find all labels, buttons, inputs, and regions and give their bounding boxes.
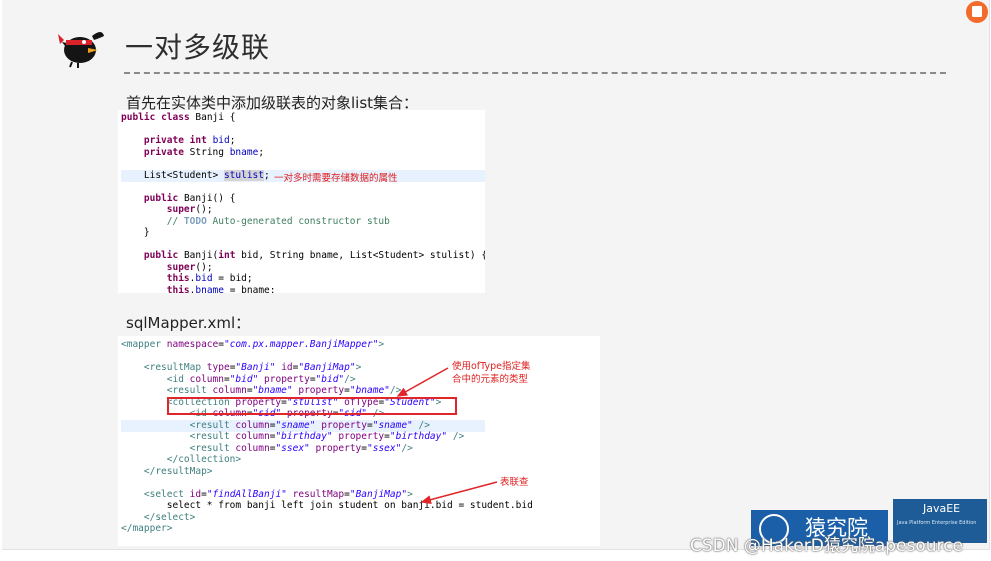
code-line: <result column="ssex" property="ssex"/>	[121, 442, 413, 454]
code-line: this.bname = bname;	[166, 284, 276, 294]
code-line: public Banji() {	[143, 192, 236, 204]
annotation-join: 表联查	[500, 477, 529, 488]
code-line: <result column="birthday" property="birt…	[121, 431, 465, 442]
code-line: </resultMap>	[121, 465, 213, 477]
code-line: <id column="bid" property="bid"/>	[121, 373, 356, 385]
page-title: 一对多级联	[125, 31, 271, 64]
code-line: <resultMap type="Banji" id="BanjiMap">	[121, 362, 362, 373]
java-code-block: public class Banji { private int bid; pr…	[118, 110, 485, 293]
javaee-subtitle: Java Platform Enterprise Edition	[897, 520, 977, 526]
annotation-stulist: 一对多时需要存储数据的属性	[274, 173, 398, 184]
code-line: // TODO Auto-generated constructor stub	[121, 215, 390, 227]
code-line: public Banji(int bid, String bname, List…	[143, 250, 485, 261]
code-line: <select id="findAllBanji" resultMap="Ban…	[121, 488, 413, 500]
code-line: </collection>	[121, 454, 242, 465]
javaee-title: JavaEE	[923, 502, 961, 515]
collection-highlight-box	[167, 397, 457, 415]
section-heading-mapper: sqlMapper.xml：	[126, 314, 251, 332]
annotation-oftype-line2: 合中的元素的类型	[452, 374, 529, 385]
code-line: public class Banji {	[121, 112, 236, 123]
code-line: </select>	[121, 511, 196, 523]
code-line: </mapper>	[121, 523, 173, 534]
csdn-watermark: CSDN @HakerD猿究院apesource	[690, 536, 963, 556]
code-line: select * from banji left join student on…	[121, 500, 533, 511]
code-line: super();	[166, 261, 213, 273]
code-line: private String bname;	[143, 146, 265, 158]
code-line: <mapper namespace="com.px.mapper.BanjiMa…	[121, 339, 385, 350]
code-line: <result column="bname" property="bname"/…	[121, 385, 402, 396]
ninja-bird-icon	[58, 32, 104, 68]
code-line: }	[121, 227, 150, 238]
document-icon[interactable]	[966, 1, 988, 23]
annotation-oftype-line1: 使用ofType指定集	[452, 361, 531, 372]
code-line: super();	[166, 204, 213, 215]
code-line: <result column="sname" property="sname" …	[121, 419, 485, 432]
code-line: private int bid;	[143, 135, 236, 146]
code-line: this.bid = bid;	[166, 273, 253, 284]
title-divider	[124, 72, 946, 74]
